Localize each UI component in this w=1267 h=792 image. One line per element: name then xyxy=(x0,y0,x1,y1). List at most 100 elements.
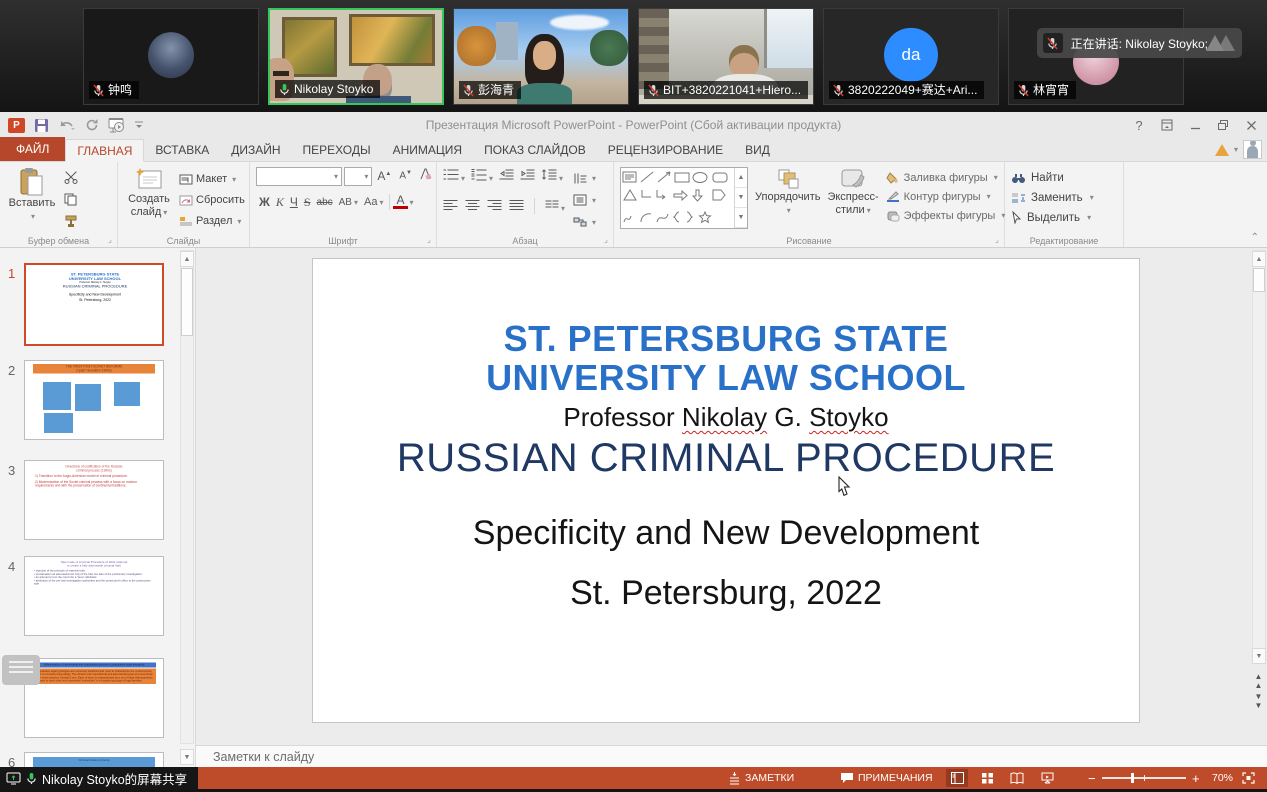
columns-button[interactable] xyxy=(545,199,565,214)
slide-thumbnail-1[interactable]: ST. PETERSBURG STATE UNIVERSITY LAW SCHO… xyxy=(24,263,164,346)
dialog-launcher[interactable] xyxy=(105,235,115,245)
font-size-select[interactable] xyxy=(344,167,372,186)
slide-professor-line[interactable]: Professor Nikolay G. Stoyko xyxy=(313,402,1139,433)
paste-button[interactable]: Вставить xyxy=(6,167,58,231)
tab-review[interactable]: РЕЦЕНЗИРОВАНИЕ xyxy=(597,138,734,161)
bullets-button[interactable] xyxy=(443,168,465,184)
participant-tile-penghaiqing[interactable]: 彭海青 xyxy=(453,8,629,105)
slide-subtitle-1[interactable]: Specificity and New Development xyxy=(313,514,1139,553)
participant-tile-zhongming[interactable]: 钟鸣 xyxy=(83,8,259,105)
dialog-launcher[interactable] xyxy=(424,235,434,245)
slide-thumbnail-6[interactable]: Criminal division (criteria) xyxy=(24,752,164,767)
format-painter-button[interactable] xyxy=(64,215,79,233)
convert-to-smartart-button[interactable] xyxy=(573,213,596,231)
slide-thumbnail-5[interactable]: Differentiation of adversarial and inqui… xyxy=(24,658,164,738)
bold-button[interactable]: Ж xyxy=(256,195,273,209)
scroll-down-button[interactable]: ▼ xyxy=(1252,648,1266,664)
align-right-button[interactable] xyxy=(487,199,502,214)
collapse-ribbon-button[interactable]: ⌃ xyxy=(1251,232,1259,243)
powerpoint-app-icon[interactable]: P xyxy=(8,118,25,133)
slide-heading-line1[interactable]: ST. PETERSBURG STATE xyxy=(313,319,1139,358)
slide-thumbnail-2[interactable]: THE FIRST POST-SOVIET REFORMS ('quiet' r… xyxy=(24,360,164,440)
tab-animations[interactable]: АНИМАЦИЯ xyxy=(382,138,473,161)
scroll-up-button[interactable]: ▲ xyxy=(1252,251,1266,267)
font-name-select[interactable] xyxy=(256,167,342,186)
character-spacing-button[interactable]: АВ xyxy=(336,197,361,208)
grow-font-button[interactable]: А▲ xyxy=(374,169,394,183)
participant-tile-nikolay-stoyko[interactable]: Nikolay Stoyko xyxy=(268,8,444,105)
zoom-slider-handle[interactable] xyxy=(1131,773,1134,783)
clear-formatting-button[interactable] xyxy=(417,168,432,184)
slide-thumbnail-3[interactable]: Directions of codification of the Russia… xyxy=(24,460,164,540)
save-button[interactable] xyxy=(34,118,49,133)
copy-button[interactable] xyxy=(64,193,79,211)
undo-button[interactable] xyxy=(58,119,76,132)
layout-button[interactable]: Макет xyxy=(179,170,245,188)
strikethrough-button[interactable]: S xyxy=(301,195,314,210)
zoom-in-button[interactable]: + xyxy=(1192,767,1200,789)
normal-view-button[interactable] xyxy=(946,769,968,787)
activation-warning-icon[interactable] xyxy=(1215,144,1229,156)
slide-sorter-view-button[interactable] xyxy=(976,769,998,787)
dialog-launcher[interactable] xyxy=(601,235,611,245)
previous-slide-button[interactable]: ▲▲ xyxy=(1252,672,1265,685)
scrollbar-thumb[interactable] xyxy=(181,268,193,336)
arrange-button[interactable]: Упорядочить xyxy=(755,167,820,231)
double-strikethrough-button[interactable]: abc xyxy=(314,197,336,208)
replace-button[interactable]: Заменить xyxy=(1011,189,1119,206)
new-slide-button[interactable]: Создать слайд xyxy=(124,167,174,231)
participant-tile-saida[interactable]: da 3820222049+赛达+Ari... xyxy=(823,8,999,105)
chevron-down-icon[interactable] xyxy=(410,198,414,207)
user-account-icon[interactable] xyxy=(1243,140,1262,159)
ribbon-display-options-button[interactable] xyxy=(1153,112,1181,138)
align-center-button[interactable] xyxy=(465,199,480,214)
shape-effects-button[interactable]: Эффекты фигуры xyxy=(886,208,1006,223)
tab-insert[interactable]: ВСТАВКА xyxy=(144,138,220,161)
tab-design[interactable]: ДИЗАЙН xyxy=(220,138,291,161)
select-button[interactable]: Выделить xyxy=(1011,209,1119,226)
scroll-up-button[interactable]: ▲ xyxy=(180,251,194,267)
tab-view[interactable]: ВИД xyxy=(734,138,781,161)
shape-outline-button[interactable]: Контур фигуры xyxy=(886,189,1006,204)
scrollbar-thumb[interactable] xyxy=(1253,268,1265,292)
fit-to-window-button[interactable] xyxy=(1242,767,1255,789)
reading-view-button[interactable] xyxy=(1006,769,1028,787)
line-spacing-button[interactable] xyxy=(541,168,563,184)
shapes-gallery[interactable]: ▲▼▼ xyxy=(620,167,748,229)
restore-button[interactable] xyxy=(1209,112,1237,138)
participant-tile-bit-student[interactable]: BIT+3820221041+Hiero... xyxy=(638,8,814,105)
customize-qat-button[interactable] xyxy=(135,121,143,129)
quick-styles-button[interactable]: Экспресс- стили xyxy=(827,167,878,231)
section-button[interactable]: Раздел xyxy=(179,212,245,230)
minimize-button[interactable] xyxy=(1181,112,1209,138)
find-button[interactable]: Найти xyxy=(1011,169,1119,186)
notes-toggle-button[interactable]: ЗАМЕТКИ xyxy=(728,767,794,789)
zoom-out-button[interactable]: − xyxy=(1088,767,1096,789)
text-direction-button[interactable] xyxy=(573,169,596,187)
slideshow-view-button[interactable] xyxy=(1036,769,1058,787)
slide-main-title[interactable]: RUSSIAN CRIMINAL PROCEDURE xyxy=(313,436,1139,481)
tab-transitions[interactable]: ПЕРЕХОДЫ xyxy=(292,138,382,161)
next-slide-button[interactable]: ▼▼ xyxy=(1252,692,1265,705)
increase-indent-button[interactable] xyxy=(520,168,535,184)
decrease-indent-button[interactable] xyxy=(499,168,514,184)
help-button[interactable]: ? xyxy=(1125,112,1153,138)
start-slideshow-button[interactable] xyxy=(108,118,126,133)
numbering-button[interactable] xyxy=(471,168,493,184)
align-text-button[interactable] xyxy=(573,191,596,209)
dialog-launcher[interactable] xyxy=(992,235,1002,245)
slide-scrollbar[interactable] xyxy=(1252,250,1266,662)
change-case-button[interactable]: Aa xyxy=(361,196,386,208)
comments-toggle-button[interactable]: ПРИМЕЧАНИЯ xyxy=(840,767,933,789)
close-button[interactable] xyxy=(1237,112,1265,138)
italic-button[interactable]: К xyxy=(273,195,287,210)
shapes-scrollbar[interactable]: ▲▼▼ xyxy=(734,168,747,228)
zoom-slider[interactable] xyxy=(1102,767,1186,789)
redo-button[interactable] xyxy=(85,118,99,132)
shape-fill-button[interactable]: Заливка фигуры xyxy=(886,170,1006,185)
slide-heading-line2[interactable]: UNIVERSITY LAW SCHOOL xyxy=(313,358,1139,397)
tab-home[interactable]: ГЛАВНАЯ xyxy=(65,139,144,162)
underline-button[interactable]: Ч xyxy=(287,195,301,209)
font-color-button[interactable]: А xyxy=(393,195,407,209)
justify-button[interactable] xyxy=(509,199,524,214)
